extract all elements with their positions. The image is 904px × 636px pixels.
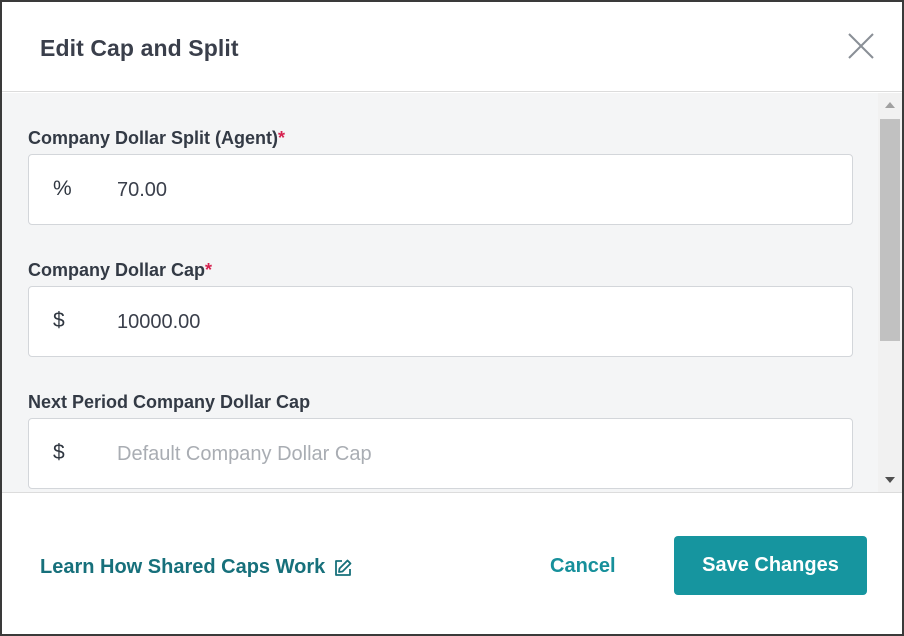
cancel-button[interactable]: Cancel (550, 555, 616, 578)
dialog-footer: Learn How Shared Caps Work Cancel Save C… (2, 494, 902, 634)
close-icon[interactable] (844, 30, 876, 62)
split-input[interactable] (117, 169, 817, 211)
dollar-prefix: $ (53, 441, 65, 464)
split-label: Company Dollar Split (Agent)* (28, 128, 285, 149)
next-cap-input[interactable] (117, 433, 817, 475)
cap-label: Company Dollar Cap* (28, 260, 212, 281)
learn-link-text: Learn How Shared Caps Work (40, 556, 326, 578)
scroll-down-arrow-icon[interactable] (885, 477, 895, 483)
vertical-scrollbar[interactable] (878, 93, 902, 492)
dialog-body: Company Dollar Split (Agent)* % Company … (2, 93, 902, 493)
split-field: % (28, 154, 853, 225)
scroll-thumb[interactable] (880, 119, 900, 341)
dollar-prefix: $ (53, 309, 65, 332)
scroll-up-arrow-icon[interactable] (885, 102, 895, 108)
edit-icon (335, 559, 352, 576)
edit-cap-split-dialog: Edit Cap and Split Company Dollar Split … (0, 0, 904, 636)
next-cap-field: $ (28, 418, 853, 489)
split-label-text: Company Dollar Split (Agent) (28, 128, 279, 148)
next-cap-label-text: Next Period Company Dollar Cap (28, 392, 311, 412)
dialog-title: Edit Cap and Split (40, 35, 239, 61)
cap-label-text: Company Dollar Cap (28, 260, 206, 280)
save-changes-button[interactable]: Save Changes (674, 536, 867, 595)
required-asterisk: * (278, 128, 286, 148)
cap-field: $ (28, 286, 853, 357)
percent-prefix: % (53, 177, 72, 200)
required-asterisk: * (205, 260, 213, 280)
cap-input[interactable] (117, 301, 817, 343)
learn-shared-caps-link[interactable]: Learn How Shared Caps Work (40, 556, 353, 579)
dialog-header: Edit Cap and Split (2, 2, 902, 92)
next-cap-label: Next Period Company Dollar Cap (28, 392, 310, 413)
